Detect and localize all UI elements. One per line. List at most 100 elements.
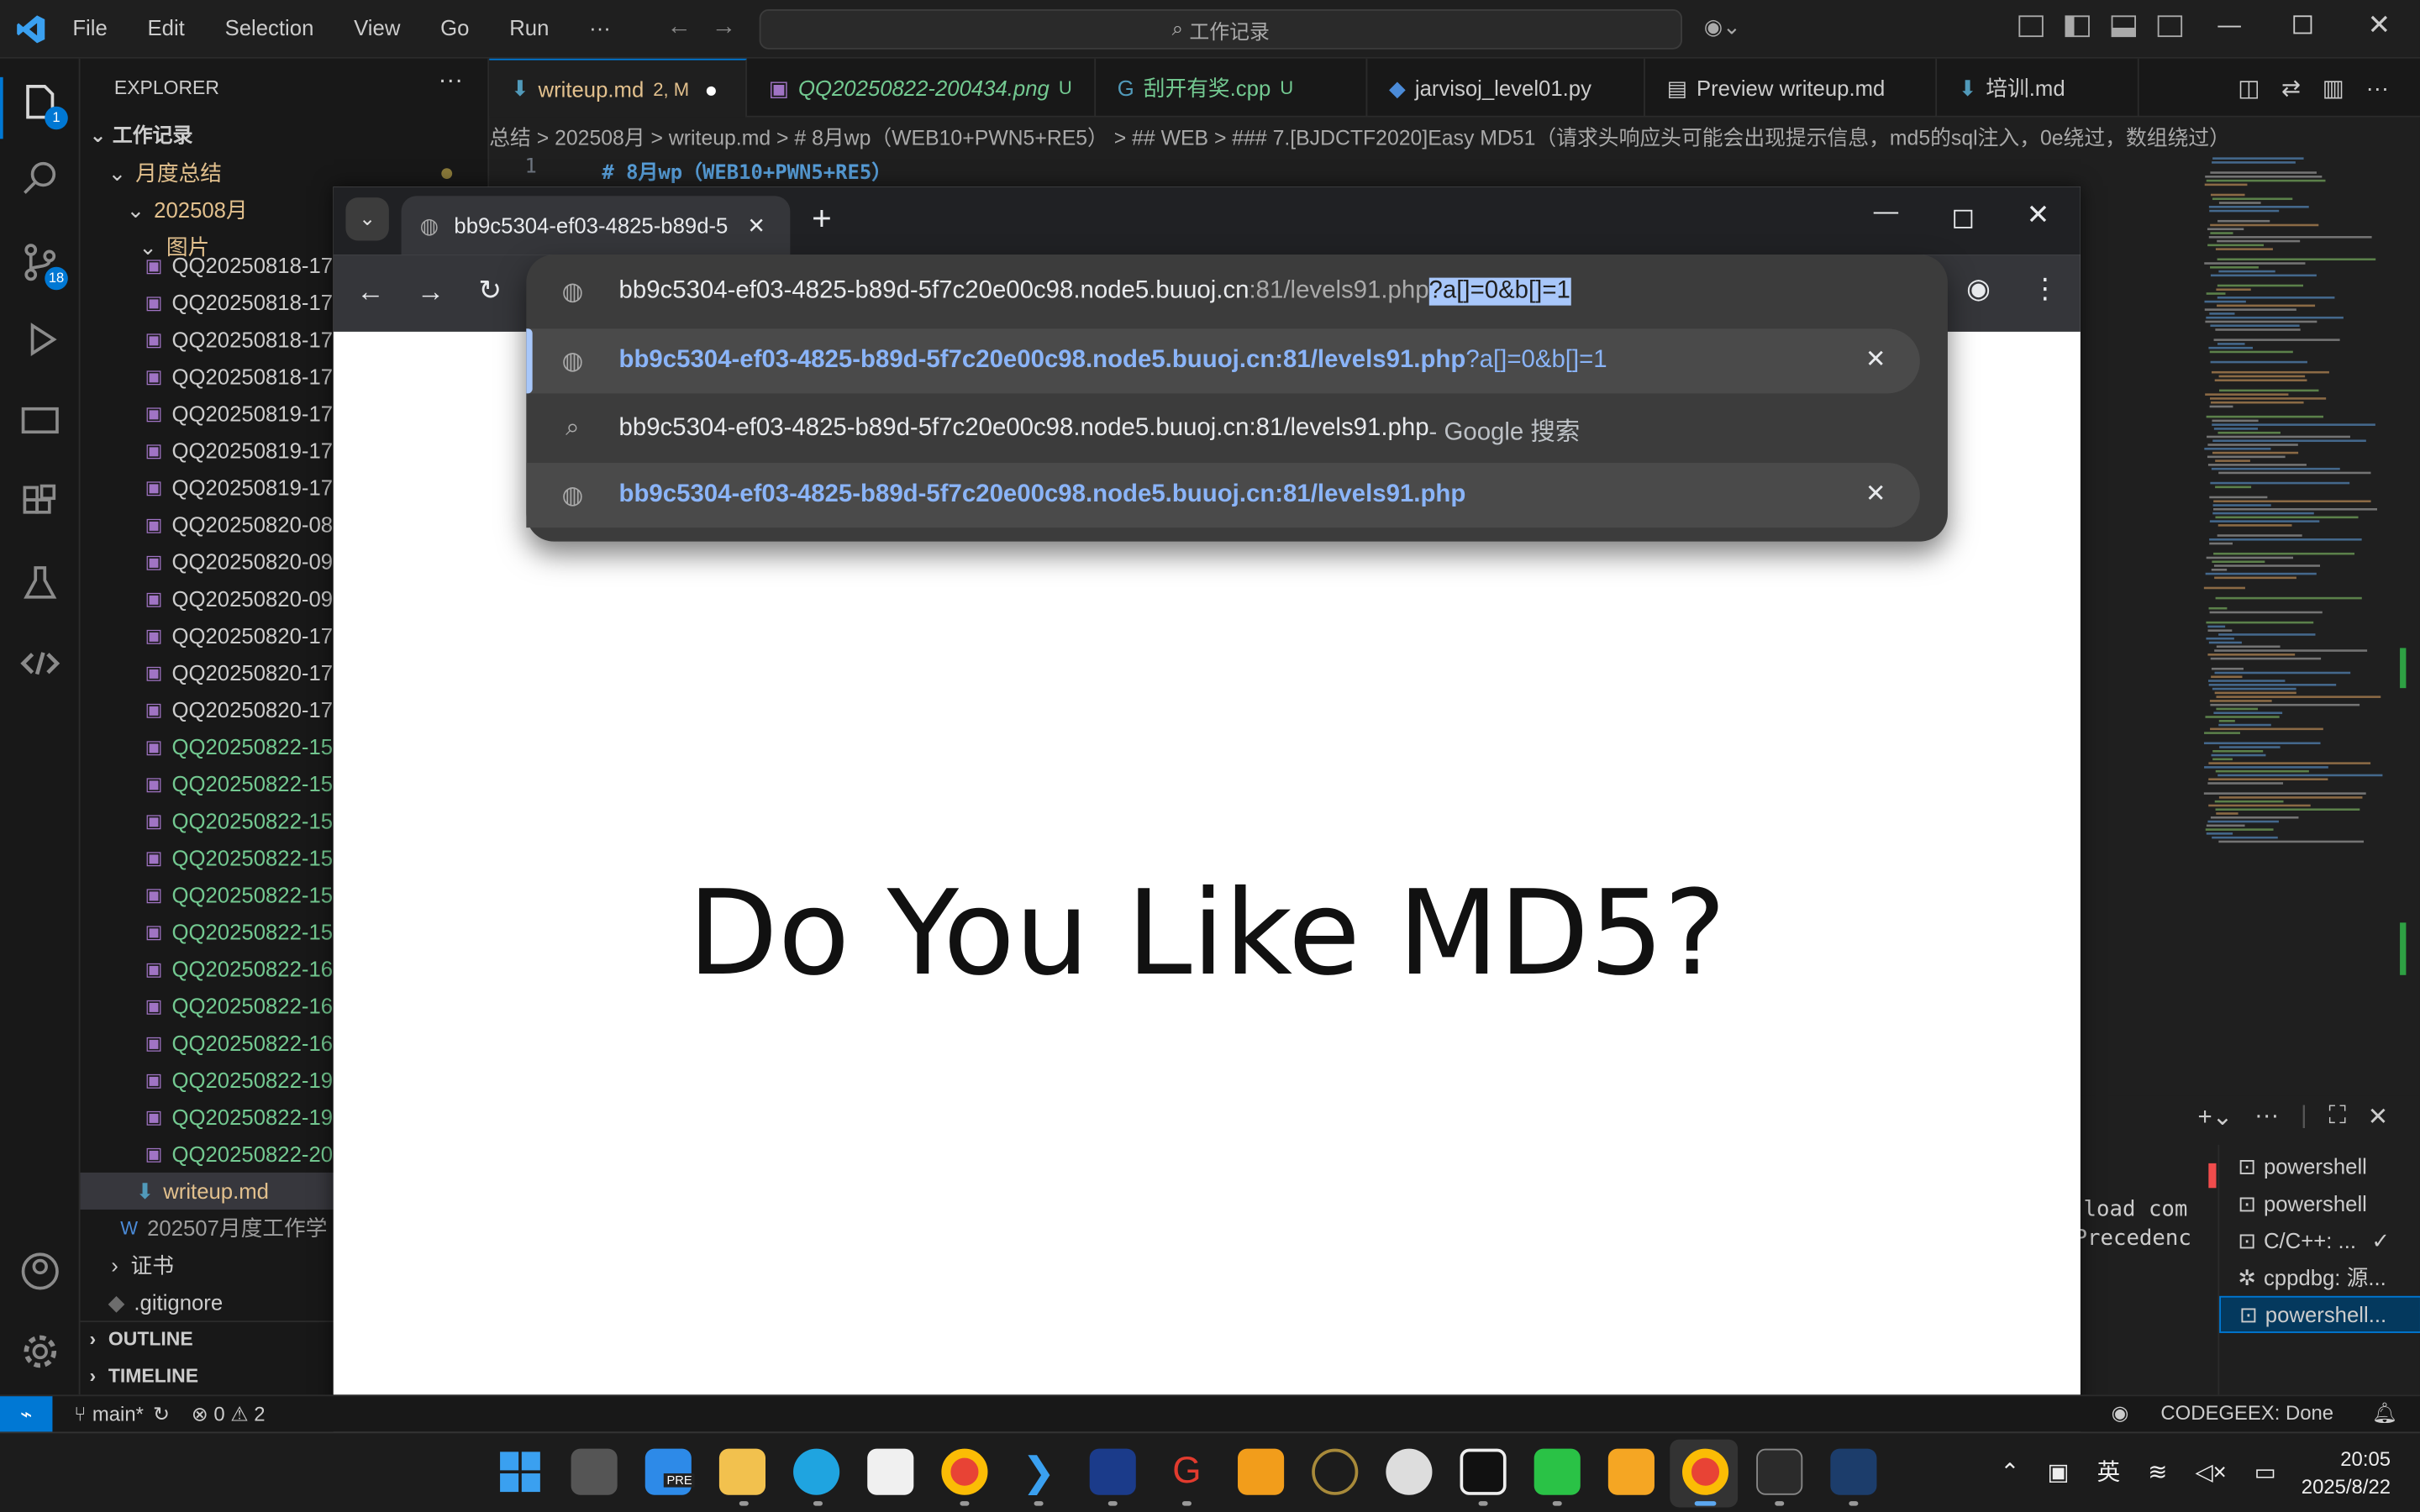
image-file-item[interactable]: ▣ QQ20250819-17 <box>145 469 333 506</box>
menu-selection[interactable]: Selection <box>225 15 314 39</box>
image-file-item[interactable]: ▣ QQ20250818-17 <box>145 358 333 395</box>
folder-cert[interactable]: › 证书 <box>111 1247 174 1284</box>
manage-gear-icon[interactable] <box>18 1330 61 1373</box>
app-red-icon[interactable]: G <box>1164 1449 1210 1495</box>
more-actions-icon[interactable]: ··· <box>2366 75 2390 101</box>
image-file-item[interactable]: ▣ QQ20250819-17 <box>145 432 333 469</box>
tab-preview[interactable]: ▤ Preview writeup.md <box>1645 58 1938 118</box>
breadcrumb[interactable]: 总结 > 202508月 > writeup.md > # 8月wp（WEB10… <box>489 118 2420 152</box>
restore-icon[interactable] <box>2293 15 2312 34</box>
back-arrow-icon[interactable]: ← <box>666 14 691 42</box>
edge-dev-icon[interactable]: PRE <box>644 1448 696 1495</box>
timeline-section[interactable]: › TIMELINE <box>90 1357 199 1394</box>
tab-training[interactable]: ⬇ 培训.md <box>1937 58 2139 118</box>
explorer-more-icon[interactable]: ··· <box>439 68 463 96</box>
copilot-icon[interactable]: ◉⌄ <box>1704 14 1741 40</box>
testing-flask-icon[interactable] <box>18 562 61 605</box>
tab-writeup[interactable]: ⬇ writeup.md 2, M ● <box>489 58 747 118</box>
open-preview-icon[interactable]: ◫ <box>2238 74 2260 102</box>
chrome-maximize-icon[interactable] <box>1954 209 1973 228</box>
app-gold-icon[interactable] <box>1312 1448 1359 1495</box>
explorer-icon[interactable]: 1 <box>18 81 68 130</box>
folder-monthly[interactable]: ⌄ 月度总结 <box>108 155 222 192</box>
qq-icon[interactable] <box>1460 1448 1507 1495</box>
task-view-icon[interactable] <box>571 1448 618 1495</box>
unsaved-dot-icon[interactable]: ● <box>705 76 718 101</box>
image-file-item[interactable]: ▣ QQ20250818-17 <box>145 321 333 358</box>
remove-suggestion-icon[interactable]: ✕ <box>1865 344 1886 375</box>
suggestion-item[interactable]: ⌕ bb9c5304-ef03-4825-b89d-5f7c20e00c98.n… <box>526 396 1920 461</box>
profile-icon[interactable]: ◉ <box>1966 273 1991 306</box>
chrome-active-icon[interactable] <box>1682 1448 1729 1495</box>
image-file-item[interactable]: ▣ QQ20250822-15 <box>145 802 333 839</box>
reload-icon[interactable]: ↻ <box>478 275 502 307</box>
chrome-forward-icon[interactable]: → <box>417 276 445 309</box>
image-file-item[interactable]: ▣ QQ20250822-16 <box>145 1025 333 1062</box>
chrome-back-icon[interactable]: ← <box>356 276 384 309</box>
menu-edit[interactable]: Edit <box>148 15 185 39</box>
remote-icon[interactable]: ⌁ <box>0 1395 53 1433</box>
chrome-minimize-icon[interactable]: — <box>1874 199 1898 227</box>
app-blue-icon[interactable] <box>1830 1448 1877 1495</box>
problems-count[interactable]: ⊗ 0 ⚠ 2 <box>192 1402 266 1426</box>
file-writeup[interactable]: ⬇ writeup.md <box>136 1173 269 1210</box>
app-white-icon[interactable] <box>1386 1448 1433 1495</box>
compare-icon[interactable]: ⇄ <box>2281 74 2301 102</box>
clock-date[interactable]: 2025/8/22 <box>2276 1475 2391 1499</box>
menu-more[interactable]: ··· <box>589 15 611 39</box>
tray-chevron-icon[interactable]: ⌃ <box>2000 1457 2019 1485</box>
terminal-item-selected[interactable]: ⊡ powershell... <box>2219 1295 2420 1333</box>
copilot-status-icon[interactable]: ◉ <box>2112 1401 2129 1425</box>
terminal-item[interactable]: ✲ cppdbg: 源... <box>2219 1259 2420 1296</box>
clock-time[interactable]: 20:05 <box>2313 1447 2391 1471</box>
menu-file[interactable]: File <box>72 15 107 39</box>
source-control-icon[interactable]: 18 <box>18 241 68 291</box>
image-file-item[interactable]: ▣ QQ20250820-09 <box>145 543 333 580</box>
minimap[interactable] <box>2197 155 2419 849</box>
file-gitignore[interactable]: ◆ .gitignore <box>108 1284 224 1320</box>
file-explorer-icon[interactable] <box>718 1448 766 1495</box>
extensions-icon[interactable] <box>18 481 61 524</box>
terminal-item[interactable]: ⊡ powershell <box>2219 1148 2420 1185</box>
codegeex-icon[interactable] <box>18 642 61 685</box>
tab-cpp[interactable]: G 刮开有奖.cpp U <box>1096 58 1368 118</box>
image-file-item[interactable]: ▣ QQ20250820-17 <box>145 691 333 728</box>
command-center-search[interactable]: ⌕ 工作记录 <box>759 9 1683 50</box>
panel-more-icon[interactable]: ··· <box>2254 1103 2279 1131</box>
app-orange-icon[interactable] <box>1607 1448 1655 1495</box>
image-file-item[interactable]: ▣ QQ20250822-20 <box>145 1136 333 1173</box>
image-file-item[interactable]: ▣ QQ20250822-15 <box>145 913 333 950</box>
image-file-item[interactable]: ▣ QQ20250822-19 <box>145 1062 333 1099</box>
suggestion-item[interactable]: ◍ bb9c5304-ef03-4825-b89d-5f7c20e00c98.n… <box>526 463 1920 528</box>
tab-py[interactable]: ◆ jarvisoj_level01.py <box>1367 58 1645 118</box>
chrome-tab[interactable]: ◍ bb9c5304-ef03-4825-b89d-5 ✕ <box>401 196 791 255</box>
image-file-item[interactable]: ▣ QQ20250820-09 <box>145 580 333 617</box>
menu-run[interactable]: Run <box>509 15 549 39</box>
chrome-menu-icon[interactable]: ⋮ <box>2031 273 2059 306</box>
edge-icon[interactable] <box>793 1448 840 1495</box>
workspace-root[interactable]: ⌄ 工作记录 <box>90 118 193 155</box>
minimize-icon[interactable]: — <box>2217 13 2241 39</box>
remove-suggestion-icon[interactable]: ✕ <box>1865 478 1886 509</box>
tab-png[interactable]: ▣ QQ20250822-200434.png U <box>747 58 1097 118</box>
new-terminal-icon[interactable]: +⌄ <box>2197 1101 2233 1132</box>
image-file-item[interactable]: ▣ QQ20250818-17 <box>145 247 333 284</box>
chrome-close-icon[interactable]: ✕ <box>2027 199 2050 232</box>
search-icon[interactable] <box>18 157 61 200</box>
accounts-icon[interactable] <box>18 1250 61 1293</box>
windows-start-icon[interactable] <box>497 1449 543 1495</box>
image-file-item[interactable]: ▣ QQ20250822-19 <box>145 1099 333 1136</box>
close-tab-icon[interactable]: ✕ <box>747 213 765 239</box>
folder-202508[interactable]: ⌄ 202508月 <box>127 192 248 228</box>
close-window-icon[interactable]: ✕ <box>2367 9 2391 42</box>
terminal-item[interactable]: ⊡ C/C++: ... ✓ <box>2219 1222 2420 1259</box>
outline-section[interactable]: › OUTLINE <box>90 1320 193 1357</box>
maximize-panel-icon[interactable]: ⛶ <box>2328 1103 2346 1131</box>
image-file-item[interactable]: ▣ QQ20250822-16 <box>145 950 333 987</box>
customize-layout-icon[interactable] <box>2018 15 2044 38</box>
menu-view[interactable]: View <box>354 15 400 39</box>
tab-search-icon[interactable]: ⌄ <box>345 197 389 241</box>
image-file-item[interactable]: ▣ QQ20250818-17 <box>145 284 333 321</box>
tray-app-icon[interactable]: ▣ <box>2048 1457 2070 1485</box>
vscode-taskbar-icon[interactable]: ❯ <box>1016 1449 1062 1495</box>
